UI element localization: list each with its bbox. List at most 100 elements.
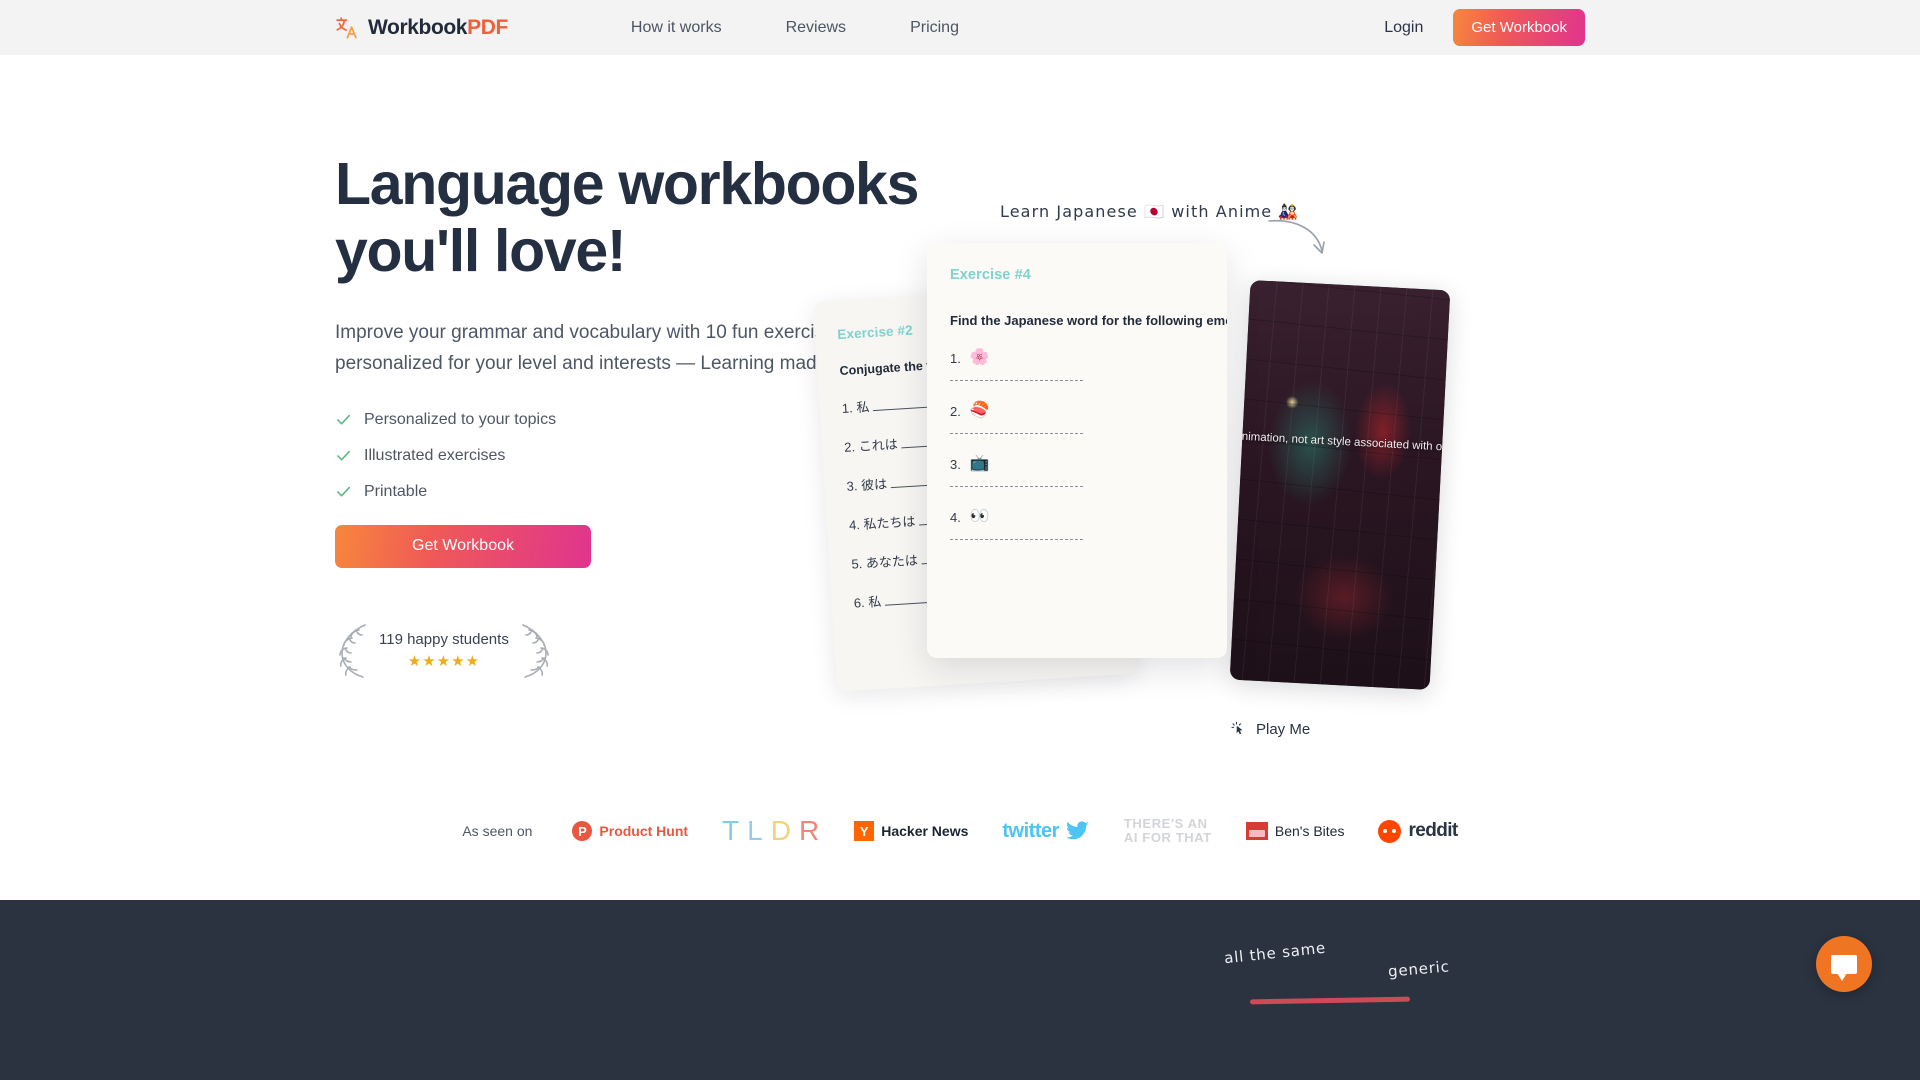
line-num: 3. [846,478,858,494]
line-num: 2. [843,439,856,455]
twitter-bird-icon [1065,821,1089,840]
tokyo-night-photo [1229,280,1451,690]
translate-icon [336,16,357,38]
exercise-4-items: 1. 🌸 2. 🍣 3. 📺 4. 👀 [950,350,1204,540]
line-num: 4. [848,517,861,533]
exercise-card-4[interactable]: Exercise #4 Find the Japanese word for t… [927,243,1227,658]
star-rating: ★★★★★ [407,653,481,671]
curved-arrow-icon [1268,219,1325,254]
click-cursor-icon [1231,721,1243,735]
tldr-letter-r: R [798,815,821,846]
primary-nav: How it works Reviews Pricing [631,19,959,37]
tldr-letter-l: L [747,815,764,846]
item-row: 1. 🌸 [950,350,1204,366]
top-navbar: WorkbookPDF How it works Reviews Pricing… [0,0,1920,55]
as-seen-on-row: As seen on P Product Hunt TLDR Y Hacker … [0,815,1920,847]
social-proof-center: 119 happy students ★★★★★ [375,631,513,670]
product-hunt-icon: P [572,821,593,841]
logo-bens-bites[interactable]: Ben's Bites [1245,822,1345,840]
line-text: 私 [855,399,870,416]
brand-name-dark: Workbook [368,15,468,39]
logo-theres-an-ai-for-that[interactable]: THERE'S AN AI FOR THAT [1123,815,1212,845]
bens-bites-label: Ben's Bites [1274,823,1345,839]
item-row: 2. 🍣 [950,403,1204,419]
item-row: 3. 📺 [950,456,1204,472]
tldr-letter-d: D [770,815,792,846]
logo-reddit[interactable]: reddit [1378,819,1458,843]
item-row: 4. 👀 [950,509,1204,525]
brand-name: WorkbookPDF [368,16,508,40]
dark-comparison-section: all the same generic [0,900,1920,1080]
hero-section: Language workbooks you'll love! Improve … [0,55,1920,900]
line-num: 5. [850,556,863,572]
logo-tldr[interactable]: TLDR [722,815,820,847]
page-title: Language workbooks you'll love! [335,151,965,284]
reddit-icon [1378,819,1402,843]
twitter-label: twitter [1002,819,1059,842]
line-text: 私たちは [863,513,916,532]
line-text: 彼は [860,476,888,493]
play-me-button[interactable]: Play Me [1230,720,1310,738]
brand-logo[interactable]: WorkbookPDF [335,16,508,40]
logo-product-hunt[interactable]: P Product Hunt [572,821,688,841]
answer-blank[interactable] [950,539,1083,540]
hero-get-workbook-button[interactable]: Get Workbook [335,524,591,568]
exercise-4-item-4: 4. 👀 [950,509,1204,540]
hacker-news-icon: Y [854,821,875,841]
sushi-emoji: 🍣 [969,402,990,419]
brand-name-accent: PDF [467,15,508,39]
line-num: 1. [841,400,854,416]
line-text: 私 [867,593,882,610]
navbar-inner: WorkbookPDF How it works Reviews Pricing… [0,9,1920,46]
line-text: これは [858,436,899,455]
item-number: 2. [950,403,961,419]
television-emoji: 📺 [969,455,990,472]
as-seen-on-label: As seen on [462,823,533,839]
exercise-4-title: Exercise #4 [950,267,1031,283]
nav-link-how-it-works[interactable]: How it works [631,19,722,37]
answer-blank[interactable] [950,433,1083,434]
line-num: 6. [853,594,866,611]
exercise-4-item-2: 2. 🍣 [950,403,1204,434]
dark-handwritten-note-1: all the same [1223,938,1327,968]
play-me-label: Play Me [1256,720,1311,738]
dark-handwritten-note-2: generic [1387,957,1451,981]
hero-handwritten-note: Learn Japanese 🇯🇵 with Anime 🎎 [1000,202,1300,221]
headline-line-2: you'll love! [335,217,627,284]
logo-twitter[interactable]: twitter [1002,820,1090,843]
line-text: あなたは [865,552,919,571]
answer-blank[interactable] [950,380,1083,381]
exercise-4-item-1: 1. 🌸 [950,350,1204,381]
navbar-get-workbook-button[interactable]: Get Workbook [1453,9,1585,46]
eyes-emoji: 👀 [969,508,990,525]
taft-line-2: AI FOR THAT [1123,830,1212,845]
nav-link-pricing[interactable]: Pricing [910,19,959,37]
taft-line-1: THERE'S AN [1123,815,1208,831]
chat-widget-button[interactable] [1816,936,1872,992]
feature-label-2: Illustrated exercises [364,446,506,464]
feature-label-1: Personalized to your topics [364,410,557,428]
nav-link-reviews[interactable]: Reviews [786,19,846,37]
headline-line-1: Language workbooks [335,151,919,217]
cherry-blossom-emoji: 🌸 [969,349,990,366]
anime-photo-card[interactable]: to all types of animation, not art style… [1229,280,1451,690]
reddit-label: reddit [1408,820,1458,841]
laurel-right-icon [522,624,549,678]
logo-hacker-news[interactable]: Y Hacker News [854,821,968,841]
laurel-left-icon [339,624,366,678]
check-icon [337,487,351,497]
taft-label: THERE'S AN AI FOR THAT [1123,815,1212,845]
tldr-letter-t: T [722,815,741,846]
answer-blank[interactable] [950,486,1083,487]
navbar-actions: Login Get Workbook [1384,9,1585,46]
happy-students-count: 119 happy students [379,631,509,649]
feature-label-3: Printable [364,482,428,500]
exercise-4-item-3: 3. 📺 [950,456,1204,487]
item-number: 4. [950,509,961,525]
login-link[interactable]: Login [1384,19,1423,37]
check-icon [337,451,351,461]
item-number: 1. [950,350,961,366]
item-number: 3. [950,456,961,472]
bens-bites-icon [1245,822,1268,840]
exercise-4-prompt: Find the Japanese word for the following… [950,313,1227,328]
